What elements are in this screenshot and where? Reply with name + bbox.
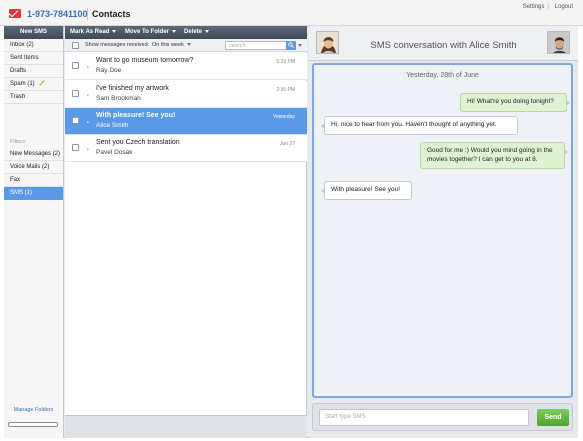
unread-dot-icon: •	[87, 120, 89, 126]
sidebar-item-voice-mails[interactable]: Voice Mails (2)	[4, 161, 63, 174]
composer: Start type SMS Send	[312, 403, 573, 431]
message-subject: I've finished my artwork	[96, 85, 169, 92]
header-divider	[87, 8, 88, 20]
user-avatar-icon	[548, 32, 569, 53]
received-message-bubble: With pleasure! See you!	[321, 181, 412, 200]
avatar[interactable]	[547, 31, 570, 54]
filter-bar: Show messages received: On this week sea…	[65, 39, 307, 52]
message-row-selected[interactable]: • With pleasure! See you! Alice Smith Ye…	[65, 108, 307, 135]
contacts-link[interactable]: Contacts	[92, 9, 131, 19]
conversation-body: Yesterday, 28th of June Hi! What're you …	[312, 63, 573, 398]
move-to-folder-button[interactable]: Move To Folder	[125, 26, 176, 39]
sent-message-bubble: Good for me :) Would you mind going in t…	[420, 142, 568, 169]
manage-folders-link[interactable]: Manage Folders	[4, 407, 63, 413]
sidebar-item-spam[interactable]: Spam (1)	[4, 78, 63, 91]
message-sender: Sam Brookman	[96, 95, 141, 102]
conversation-header: SMS conversation with Alice Smith	[309, 26, 578, 61]
message-sender: Ray Doe	[96, 67, 122, 74]
delete-button[interactable]: Delete	[184, 26, 210, 39]
chevron-down-icon	[186, 43, 191, 47]
row-checkbox[interactable]	[72, 90, 79, 97]
message-date: 2:36 PM	[276, 87, 295, 93]
sidebar-item-inbox[interactable]: Inbox (2)	[4, 39, 63, 52]
search-icon	[288, 42, 294, 48]
sent-message-bubble: Hi! What're you doing tonight?	[460, 93, 570, 112]
sidebar-item-fax[interactable]: Fax	[4, 174, 63, 187]
message-sender: Pavel Dosak	[96, 149, 133, 156]
row-checkbox[interactable]	[72, 117, 79, 124]
top-bar: 1-973-7841100 Contacts Settings | Logout	[0, 0, 583, 26]
button-label: Mark As Read	[70, 29, 110, 35]
message-toolbar: Mark As Read Move To Folder Delete	[65, 26, 307, 39]
period-select-value: On this week	[152, 42, 184, 48]
message-date: Yesterday	[272, 114, 295, 120]
day-label: Yesterday, 28th of June	[406, 72, 479, 79]
message-subject: Want to go museum tomorrow?	[96, 57, 194, 64]
filter-label: Show messages received:	[85, 42, 150, 48]
sidebar-item-sms[interactable]: SMS (1)	[4, 187, 63, 200]
sidebar-item-drafts[interactable]: Drafts	[4, 65, 63, 78]
message-row[interactable]: • I've finished my artwork Sam Brookman …	[65, 81, 307, 108]
sidebar-scrollbar[interactable]	[8, 422, 58, 427]
mark-as-read-button[interactable]: Mark As Read	[70, 26, 117, 39]
period-select[interactable]: On this week	[152, 42, 191, 48]
sidebar: New SMS Inbox (2) Sent Items Drafts Spam…	[4, 26, 64, 438]
send-button[interactable]: Send	[537, 409, 569, 426]
chevron-down-icon	[171, 29, 176, 33]
message-subject: Sent you Czech translation	[96, 139, 180, 146]
message-date: Jun 27	[279, 141, 295, 147]
sms-input[interactable]: Start type SMS	[319, 409, 529, 426]
select-all-checkbox[interactable]	[72, 42, 79, 49]
sidebar-item-new-messages[interactable]: New Messages (2)	[4, 148, 63, 161]
sidebar-item-sent[interactable]: Sent Items	[4, 52, 63, 65]
row-checkbox[interactable]	[72, 144, 79, 151]
received-message-bubble: Hi, nice to hear from you. Haven't thoug…	[321, 116, 518, 135]
filters-label: Filters:	[10, 139, 27, 145]
search-options-icon[interactable]	[298, 44, 302, 47]
button-label: Delete	[184, 29, 203, 35]
message-subject: With pleasure! See you!	[96, 112, 176, 119]
top-links: Settings | Logout	[522, 4, 573, 10]
unread-dot-icon: •	[87, 147, 89, 153]
message-row[interactable]: • Sent you Czech translation Pavel Dosak…	[65, 135, 307, 162]
unread-dot-icon: •	[87, 65, 89, 71]
new-sms-button[interactable]: New SMS	[4, 26, 63, 39]
button-label: Move To Folder	[125, 29, 169, 35]
chevron-down-icon	[205, 29, 210, 33]
settings-link[interactable]: Settings	[523, 4, 545, 10]
row-checkbox[interactable]	[72, 62, 79, 69]
sidebar-item-label: Spam (1)	[10, 81, 35, 87]
mail-icon	[9, 9, 21, 18]
logout-link[interactable]: Logout	[555, 4, 573, 10]
message-date: 5:29 PM	[276, 59, 295, 65]
broom-icon[interactable]	[39, 80, 46, 87]
conversation-title: SMS conversation with Alice Smith	[370, 40, 517, 51]
search-button[interactable]	[286, 41, 296, 50]
message-sender: Alice Smith	[96, 122, 129, 129]
chevron-down-icon	[112, 29, 117, 33]
conversation-pane: SMS conversation with Alice Smith Yester…	[309, 26, 578, 438]
search-input[interactable]: search	[225, 41, 288, 50]
message-row[interactable]: • Want to go museum tomorrow? Ray Doe 5:…	[65, 53, 307, 80]
sidebar-item-trash[interactable]: Trash	[4, 91, 63, 104]
phone-number[interactable]: 1-973-7841100	[27, 9, 88, 19]
unread-dot-icon: •	[87, 93, 89, 99]
message-list-pane: Mark As Read Move To Folder Delete Show …	[65, 26, 307, 438]
list-footer	[65, 415, 307, 438]
